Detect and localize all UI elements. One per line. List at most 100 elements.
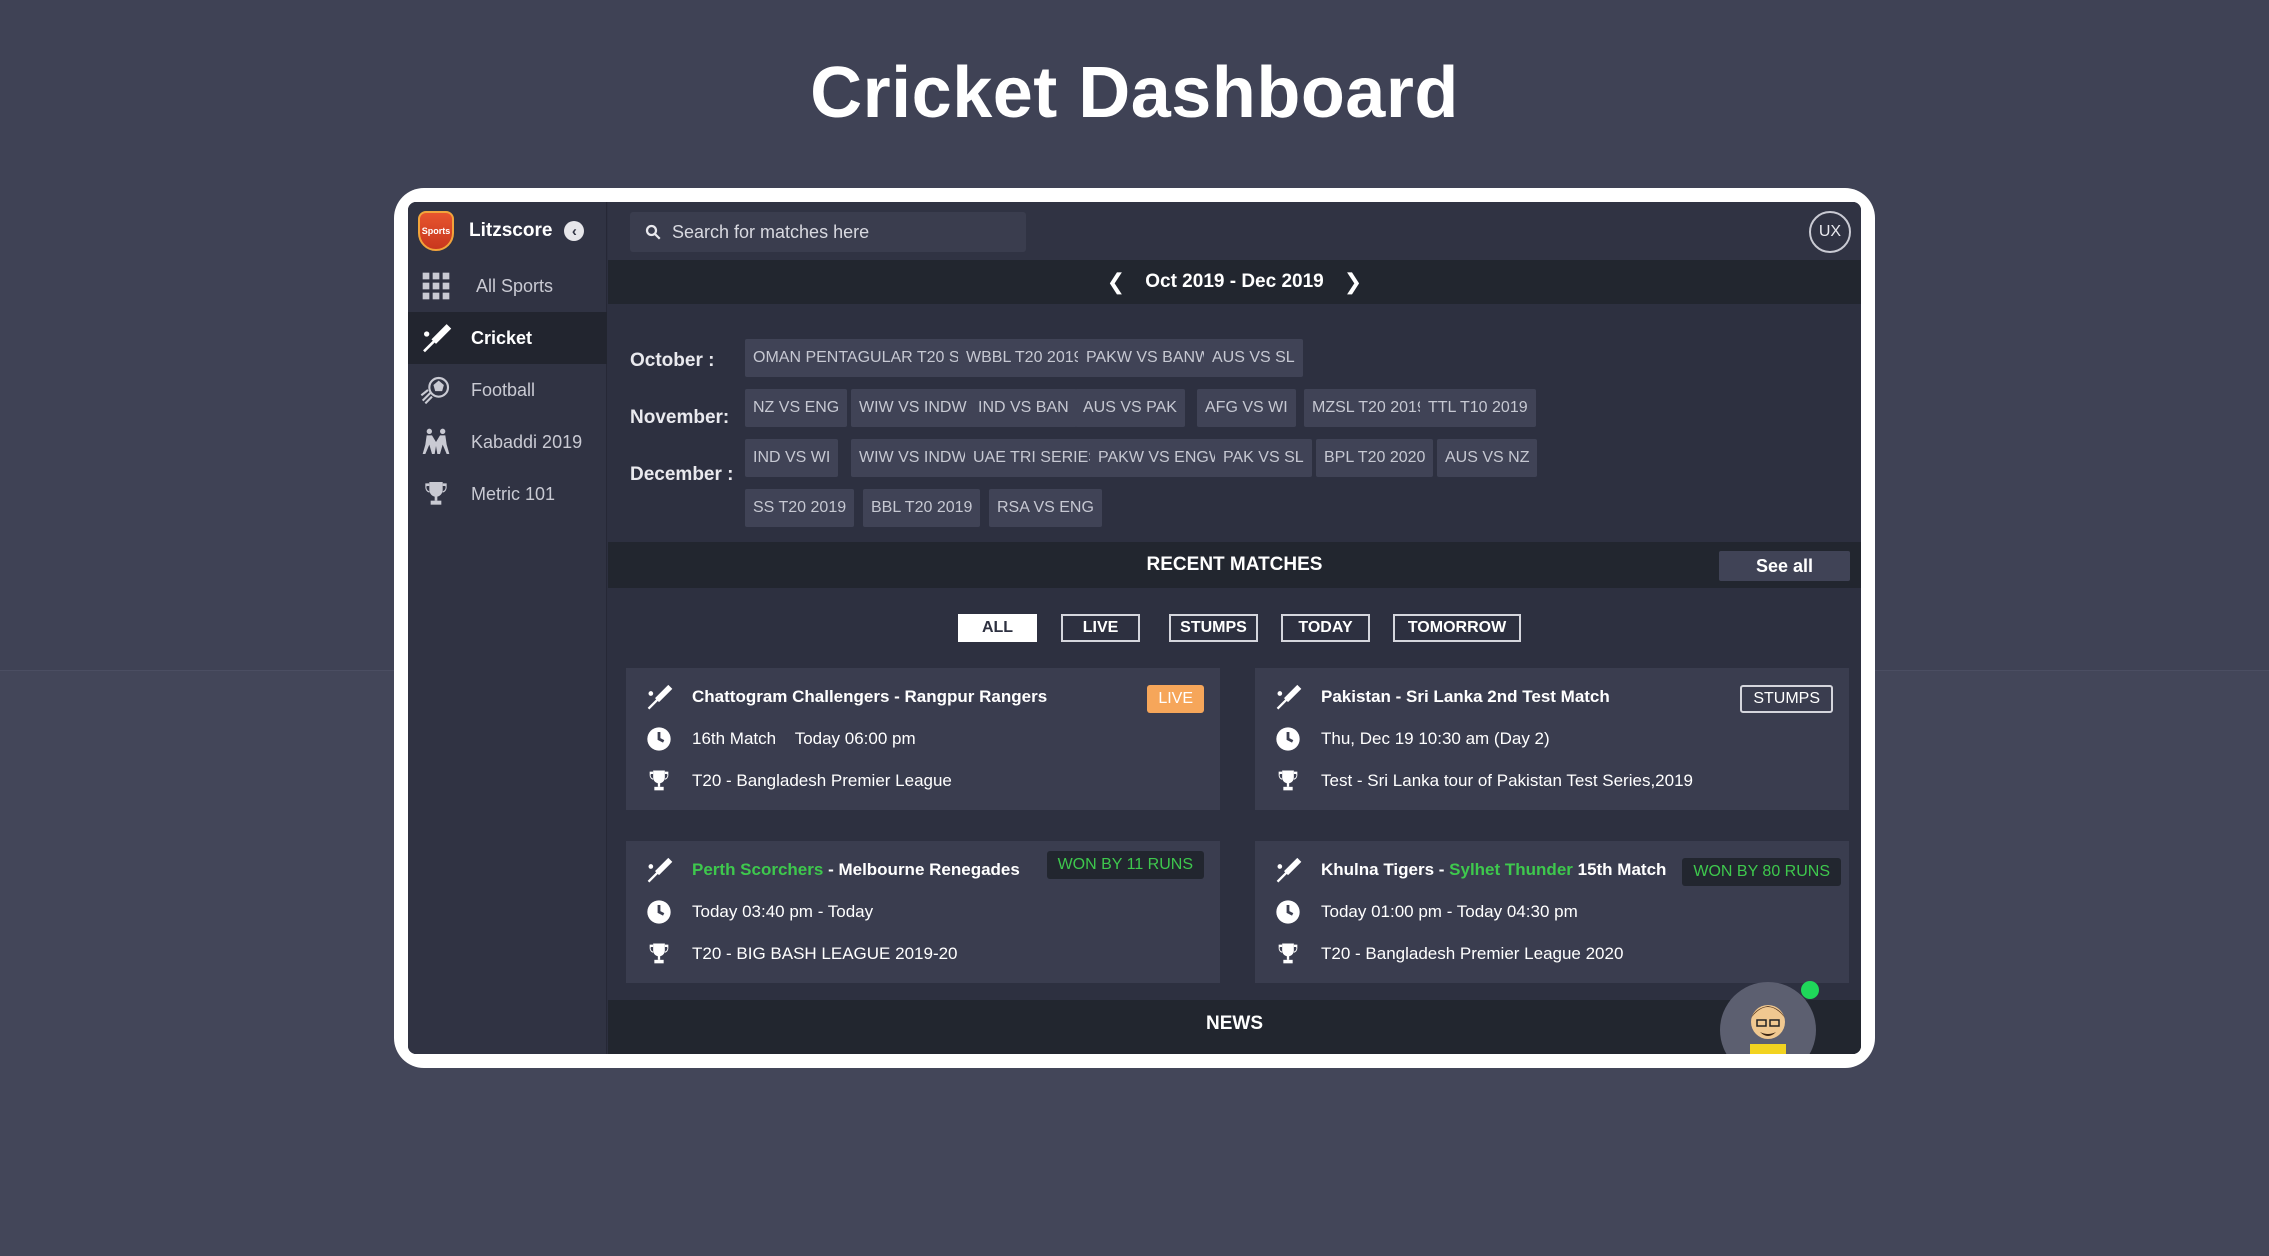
sidebar-item-cricket[interactable]: Cricket xyxy=(408,312,607,364)
status-badge-won: WON BY 11 RUNS xyxy=(1046,851,1204,879)
month-label-december: December : xyxy=(630,464,734,485)
chevron-left-icon[interactable]: ❮ xyxy=(1107,269,1125,295)
top-bar: UX xyxy=(608,202,1861,260)
match-league: Test - Sri Lanka tour of Pakistan Test S… xyxy=(1321,771,1693,790)
match-time: Today 01:00 pm - Today 04:30 pm xyxy=(1321,902,1578,921)
news-header: NEWS xyxy=(608,1000,1861,1054)
match-title: Pakistan - Sri Lanka 2nd Test Match xyxy=(1321,687,1610,706)
sidebar-item-kabaddi[interactable]: Kabaddi 2019 xyxy=(408,416,607,468)
sidebar-item-label: Metric 101 xyxy=(471,483,556,504)
cricket-bat-icon xyxy=(1273,682,1303,712)
filter-stumps[interactable]: STUMPS xyxy=(1169,614,1258,642)
match-time: Thu, Dec 19 10:30 am (Day 2) xyxy=(1321,729,1550,748)
search-box xyxy=(630,212,1026,252)
sidebar-item-label: Football xyxy=(471,379,536,400)
trophy-icon xyxy=(1273,766,1303,796)
trophy-icon xyxy=(644,766,674,796)
series-chip[interactable]: WBBL T20 2019 xyxy=(958,339,1091,377)
cricket-bat-icon xyxy=(644,855,674,885)
news-title: NEWS xyxy=(1206,1013,1263,1034)
status-badge-live: LIVE xyxy=(1147,685,1204,713)
winning-team: Perth Scorchers xyxy=(692,860,824,879)
date-range-bar: ❮ Oct 2019 - Dec 2019 ❯ xyxy=(608,260,1861,304)
series-chip[interactable]: MZSL T20 2019 xyxy=(1304,389,1434,427)
trophy-icon xyxy=(418,476,454,512)
cricket-bat-icon xyxy=(1273,855,1303,885)
series-chip[interactable]: WIW VS INDW xyxy=(851,439,975,477)
sidebar-item-metric[interactable]: Metric 101 xyxy=(408,468,607,520)
series-chip[interactable]: RSA VS ENG xyxy=(989,489,1102,527)
match-card[interactable]: Chattogram Challengers - Rangpur Rangers… xyxy=(626,668,1220,810)
match-time-row: 16th Match Today 06:00 pm xyxy=(644,724,916,754)
series-chip[interactable]: IND VS BAN xyxy=(970,389,1077,427)
brand: Sports Litzscore ‹ xyxy=(408,202,607,260)
chevron-right-icon[interactable]: ❯ xyxy=(1344,269,1362,295)
series-by-month: October : November: December : OMAN PENT… xyxy=(608,304,1861,542)
search-input[interactable] xyxy=(672,221,1012,243)
winning-team: Sylhet Thunder xyxy=(1449,860,1573,879)
grid-icon xyxy=(418,268,454,304)
series-chip[interactable]: AUS VS SL xyxy=(1204,339,1303,377)
sidebar-item-all-sports[interactable]: All Sports xyxy=(408,260,607,312)
series-chip[interactable]: IND VS WI xyxy=(745,439,839,477)
online-status-indicator xyxy=(1801,981,1819,999)
status-badge-won: WON BY 80 RUNS xyxy=(1682,858,1841,886)
filter-today[interactable]: TODAY xyxy=(1281,614,1370,642)
match-time-row: Today 03:40 pm - Today xyxy=(644,897,873,927)
match-league: T20 - BIG BASH LEAGUE 2019-20 xyxy=(692,944,958,963)
series-chip[interactable]: AUS VS NZ xyxy=(1437,439,1538,477)
series-chip[interactable]: NZ VS ENG xyxy=(745,389,848,427)
series-chip[interactable]: AFG VS WI xyxy=(1197,389,1296,427)
match-league-row: Test - Sri Lanka tour of Pakistan Test S… xyxy=(1273,766,1693,796)
match-title-row: Chattogram Challengers - Rangpur Rangers xyxy=(644,682,1047,712)
recent-matches-header: RECENT MATCHES See all xyxy=(608,542,1861,588)
kabaddi-icon xyxy=(418,424,454,460)
match-title: Khulna Tigers - Sylhet Thunder 15th Matc… xyxy=(1321,860,1666,880)
sidebar-item-football[interactable]: Football xyxy=(408,364,607,416)
match-time-row: Today 01:00 pm - Today 04:30 pm xyxy=(1273,897,1578,927)
sidebar-item-label: Cricket xyxy=(471,327,533,348)
match-card[interactable]: Khulna Tigers - Sylhet Thunder 15th Matc… xyxy=(1255,841,1849,983)
clock-icon xyxy=(644,724,674,754)
see-all-button[interactable]: See all xyxy=(1719,551,1850,581)
filter-live[interactable]: LIVE xyxy=(1061,614,1140,642)
filter-all[interactable]: ALL xyxy=(958,614,1037,642)
device-frame: Sports Litzscore ‹ All Sports Cricket Fo… xyxy=(394,188,1875,1068)
app-screen: Sports Litzscore ‹ All Sports Cricket Fo… xyxy=(408,202,1861,1054)
match-league-row: T20 - Bangladesh Premier League xyxy=(644,766,952,796)
match-filters: ALL LIVE STUMPS TODAY TOMORROW xyxy=(608,614,1861,644)
sidebar: Sports Litzscore ‹ All Sports Cricket Fo… xyxy=(408,202,607,1054)
match-league-row: T20 - BIG BASH LEAGUE 2019-20 xyxy=(644,939,958,969)
series-chip[interactable]: SS T20 2019 xyxy=(745,489,855,527)
series-chip[interactable]: BBL T20 2019 xyxy=(863,489,981,527)
collapse-sidebar-button[interactable]: ‹ xyxy=(564,221,585,241)
sports-logo-icon: Sports xyxy=(418,211,454,251)
match-time-row: Thu, Dec 19 10:30 am (Day 2) xyxy=(1273,724,1550,754)
trophy-icon xyxy=(644,939,674,969)
match-time: Today 03:40 pm - Today xyxy=(692,902,874,921)
brand-name: Litzscore xyxy=(469,220,553,241)
match-card[interactable]: Perth Scorchers - Melbourne Renegades To… xyxy=(626,841,1220,983)
series-chip[interactable]: TTL T10 2019 xyxy=(1420,389,1536,427)
series-chip[interactable]: PAK VS SL xyxy=(1215,439,1312,477)
sidebar-item-label: All Sports xyxy=(476,275,554,296)
filter-tomorrow[interactable]: TOMORROW xyxy=(1393,614,1521,642)
series-chip[interactable]: AUS VS PAK xyxy=(1075,389,1185,427)
match-title-row: Perth Scorchers - Melbourne Renegades xyxy=(644,855,1020,885)
match-league: T20 - Bangladesh Premier League 2020 xyxy=(1321,944,1624,963)
cricket-bat-icon xyxy=(644,682,674,712)
sidebar-item-label: Kabaddi 2019 xyxy=(471,431,583,452)
series-chip[interactable]: UAE TRI SERIES xyxy=(965,439,1107,477)
cricket-bat-icon xyxy=(418,320,454,356)
match-time: 16th Match Today 06:00 pm xyxy=(692,729,916,748)
match-card[interactable]: Pakistan - Sri Lanka 2nd Test Match Thu,… xyxy=(1255,668,1849,810)
search-icon xyxy=(645,224,661,240)
series-chip[interactable]: PAKW VS BANW xyxy=(1078,339,1219,377)
series-chip[interactable]: PAKW VS ENGW xyxy=(1090,439,1232,477)
recent-matches-title: RECENT MATCHES xyxy=(1146,554,1323,575)
opponent-team: - Melbourne Renegades xyxy=(823,860,1020,879)
series-chip[interactable]: BPL T20 2020 xyxy=(1316,439,1434,477)
user-avatar[interactable]: UX xyxy=(1809,211,1851,253)
match-title: Chattogram Challengers - Rangpur Rangers xyxy=(692,687,1048,706)
series-chip[interactable]: WIW VS INDW xyxy=(851,389,975,427)
